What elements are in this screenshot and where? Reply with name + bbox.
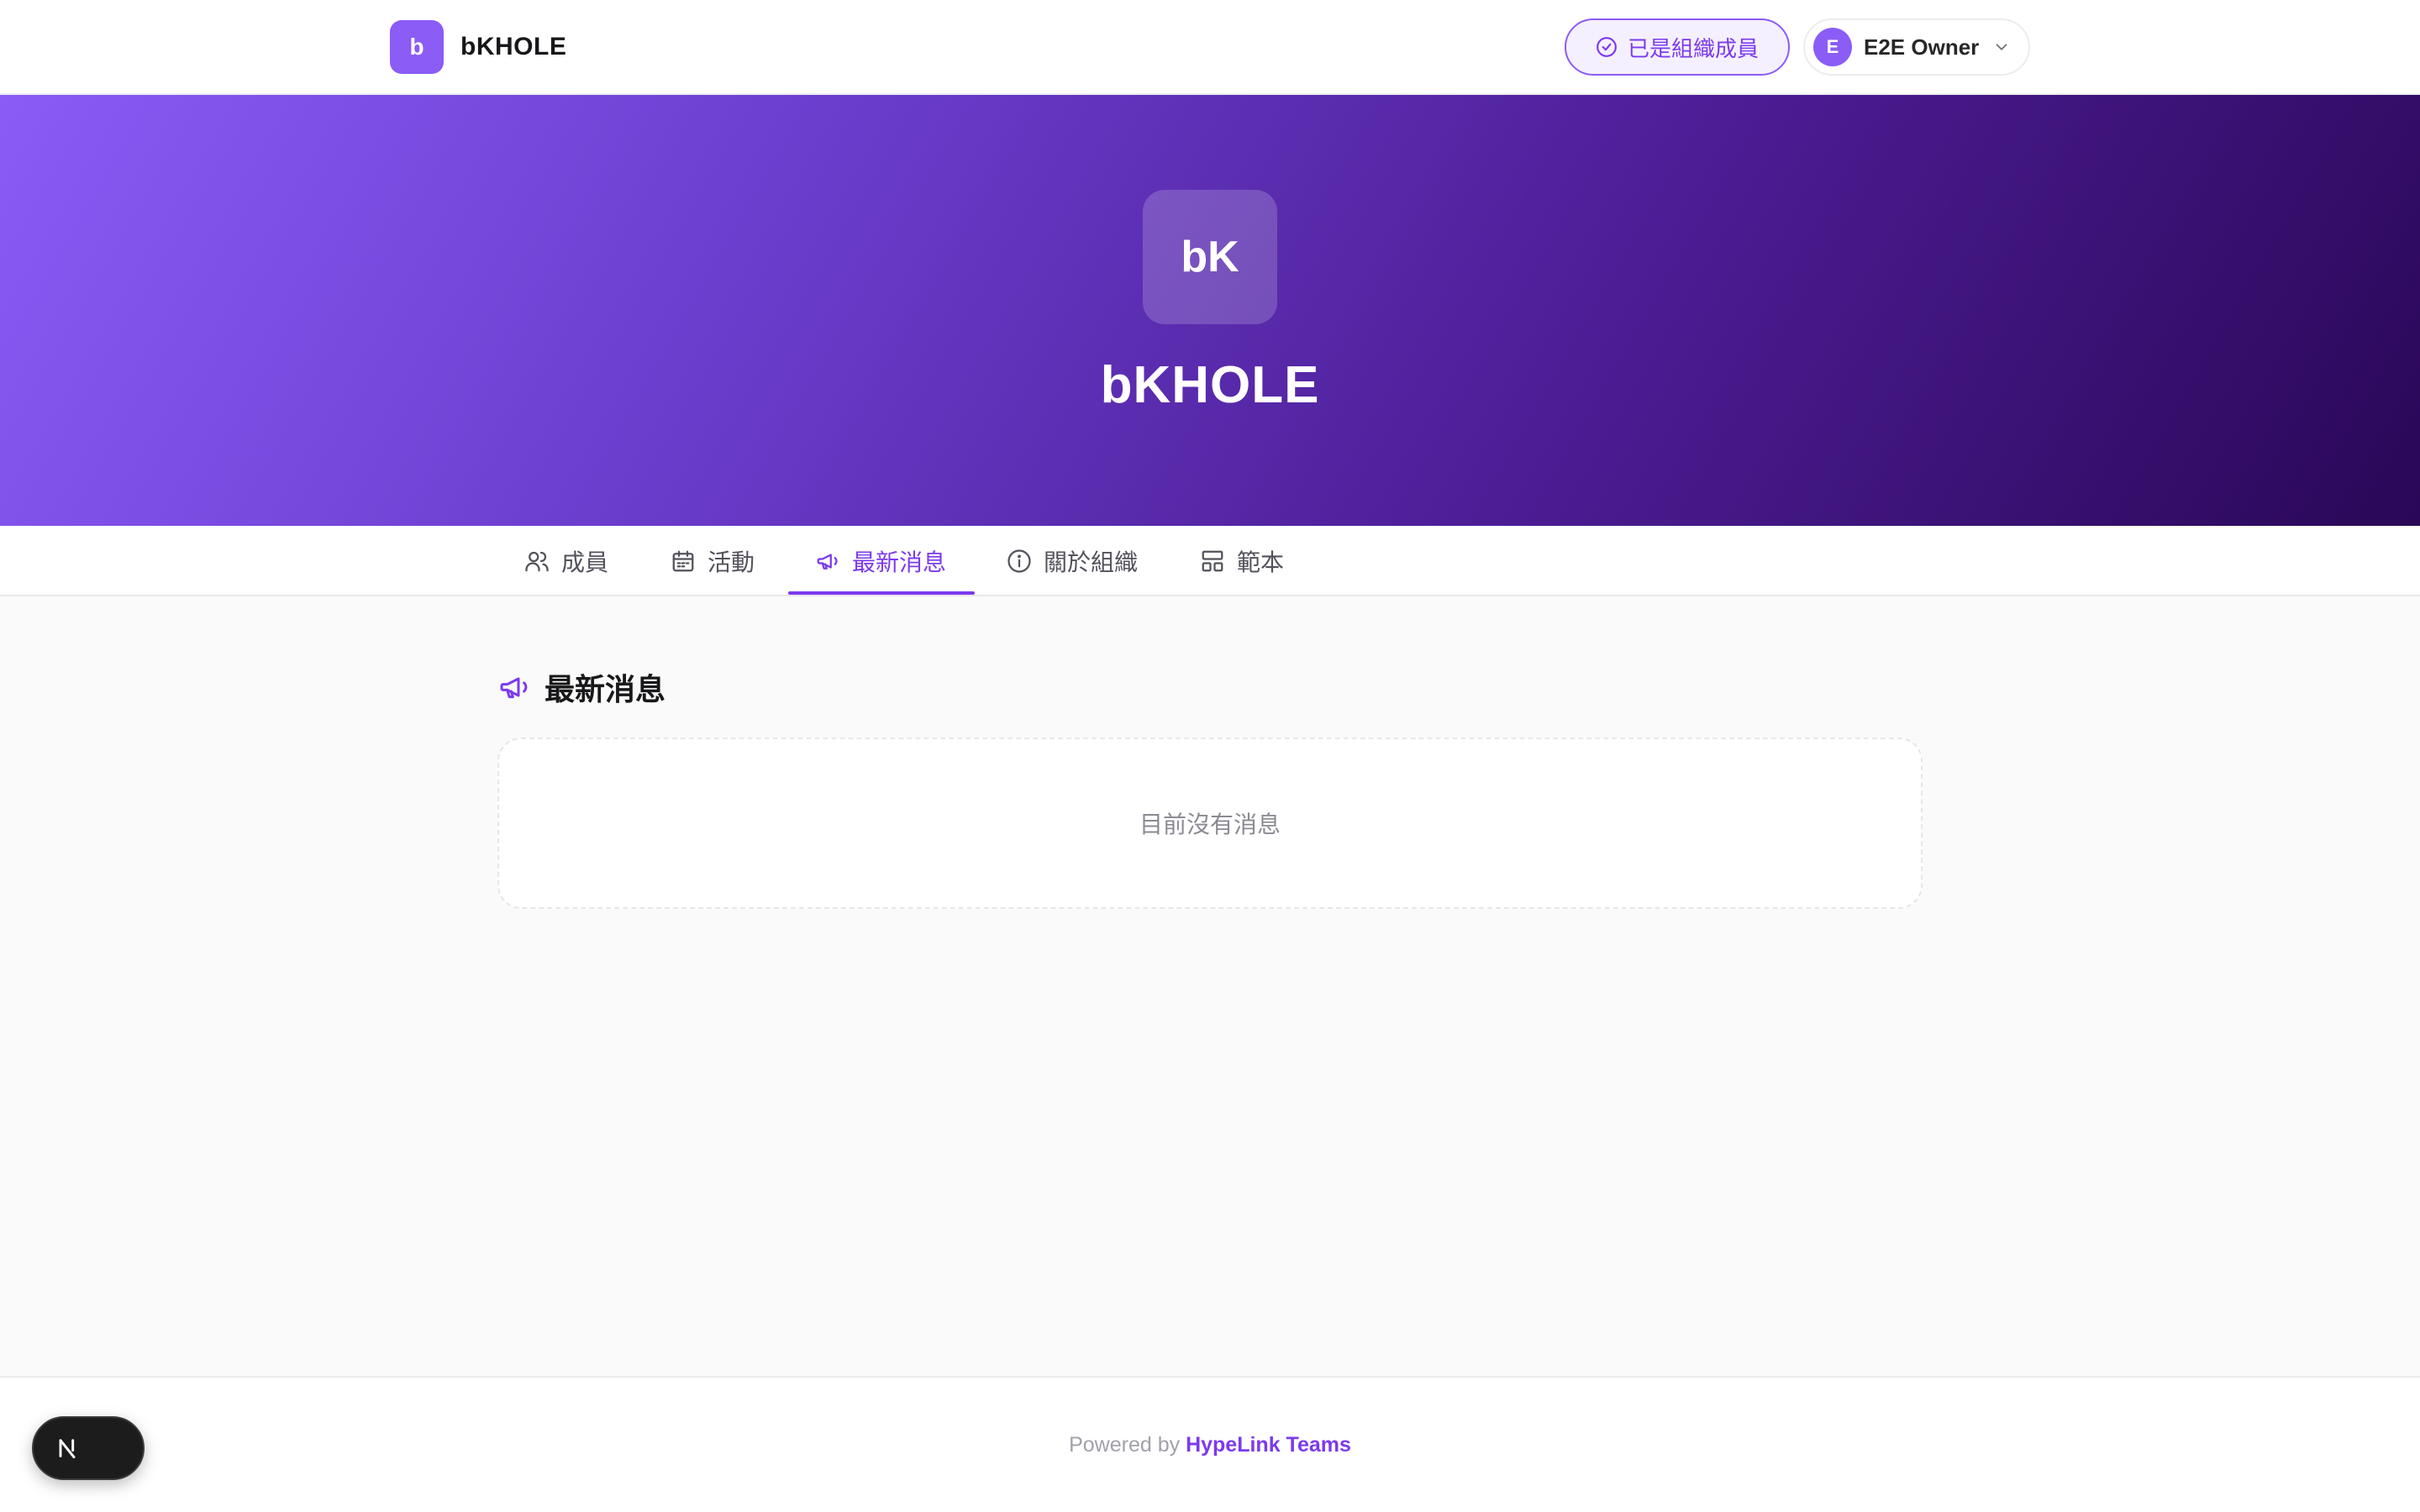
brand[interactable]: b bKHOLE: [390, 20, 566, 74]
tab-label: 最新消息: [852, 549, 947, 575]
avatar: E: [1813, 28, 1852, 66]
org-hero-banner: bK bKHOLE: [0, 95, 2420, 526]
info-icon: [1007, 549, 1031, 573]
tab-label: 活動: [708, 549, 755, 575]
dev-tools-badge[interactable]: [32, 1416, 145, 1480]
tab-news[interactable]: 最新消息: [815, 526, 946, 596]
footer-credit: Powered by HypeLink Teams: [0, 1433, 2420, 1457]
org-logo: bK: [1143, 190, 1277, 324]
brand-logo: b: [390, 20, 444, 74]
calendar-icon: [672, 550, 694, 572]
tab-about[interactable]: 關於組織: [1007, 526, 1138, 596]
tab-events[interactable]: 活動: [671, 526, 755, 596]
megaphone-icon: [817, 554, 838, 570]
member-status-button[interactable]: 已是組織成員: [1565, 18, 1790, 76]
tab-label: 範本: [1237, 549, 1285, 575]
tab-label: 關於組織: [1044, 549, 1139, 575]
tab-label: 成員: [561, 549, 609, 575]
template-icon: [1202, 550, 1223, 572]
users-icon: [525, 551, 549, 572]
footer-prefix: Powered by: [1069, 1433, 1181, 1457]
user-name: E2E Owner: [1864, 34, 1980, 60]
user-menu-button[interactable]: E E2E Owner: [1803, 18, 2030, 76]
megaphone-icon: [500, 677, 528, 699]
check-circle-icon: [1597, 37, 1617, 57]
nextjs-logo-icon: [59, 1439, 76, 1459]
org-tabs: 成員 活動 最新消息 關於組織 範本: [0, 526, 2420, 596]
member-status-label: 已是組織成員: [1627, 35, 1759, 61]
footer: Powered by HypeLink Teams: [0, 1376, 2420, 1512]
section-title: 最新消息: [544, 672, 666, 706]
chevron-down-icon: [1992, 38, 2011, 56]
org-title: bKHOLE: [1100, 356, 1320, 414]
empty-message: 目前沒有消息: [1139, 811, 1281, 837]
tab-members[interactable]: 成員: [524, 526, 608, 596]
footer-link[interactable]: HypeLink Teams: [1186, 1433, 1351, 1457]
tab-templates[interactable]: 範本: [1200, 526, 1284, 596]
active-tab-indicator: [788, 591, 975, 595]
empty-news-card: 目前沒有消息: [497, 738, 1923, 909]
top-navbar: b bKHOLE 已是組織成員 E E2E Owner: [0, 0, 2420, 95]
news-section-header: 最新消息: [497, 664, 666, 711]
brand-name: bKHOLE: [460, 33, 567, 60]
